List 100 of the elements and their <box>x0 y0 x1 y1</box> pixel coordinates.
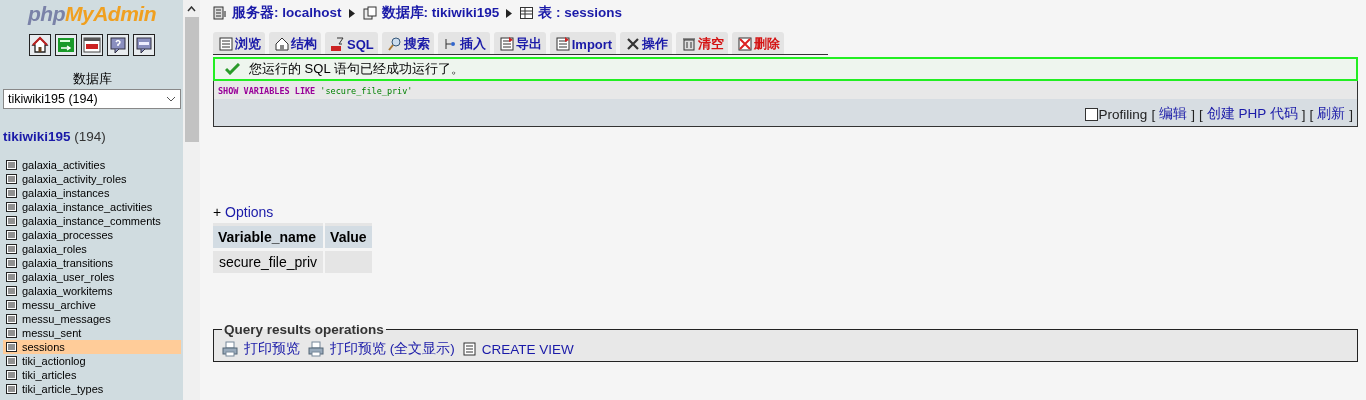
table-list-item[interactable]: messu_archive <box>3 298 181 312</box>
table-icon <box>6 300 17 310</box>
bracket: [ <box>1309 106 1314 122</box>
table-icon <box>6 188 17 198</box>
table-list-item[interactable]: galaxia_user_roles <box>3 270 181 284</box>
check-icon <box>225 63 240 75</box>
breadcrumb-link[interactable]: 表 : sessions <box>538 4 623 22</box>
tab[interactable]: 清空 <box>676 32 729 54</box>
document-icon <box>462 342 476 356</box>
tab[interactable]: 浏览 <box>213 32 265 54</box>
printer-icon <box>222 341 238 357</box>
column-header[interactable]: Variable_name <box>213 223 324 248</box>
separator-icon <box>348 8 355 18</box>
table-icon <box>6 272 17 282</box>
list-icon <box>219 37 233 51</box>
chevron-down-icon <box>166 96 176 102</box>
sql-query: SHOW VARIABLES LIKE 'secure_file_priv' <box>217 85 414 96</box>
exit-button[interactable] <box>55 34 77 56</box>
table-icon <box>6 342 17 352</box>
plus-sign: + <box>213 204 222 220</box>
table-icon <box>6 244 17 254</box>
table-list-item[interactable]: messu_sent <box>3 326 181 340</box>
table-list-item[interactable]: tiki_article_types <box>3 382 181 396</box>
bracket: [ <box>1151 106 1156 122</box>
delete-icon <box>738 37 753 51</box>
table-list-item[interactable]: tiki_articles <box>3 368 181 382</box>
query-action-link[interactable]: 刷新 <box>1317 105 1346 123</box>
table-icon <box>6 356 17 366</box>
panel-legend: Query results operations <box>222 322 386 337</box>
profiling-checkbox[interactable] <box>1084 107 1098 121</box>
breadcrumb-link[interactable]: 服务器: localhost <box>232 4 342 22</box>
house-icon <box>275 37 289 51</box>
insert-icon <box>443 37 458 51</box>
tab[interactable]: 插入 <box>437 32 490 54</box>
table-icon <box>6 370 17 380</box>
operation-link[interactable]: 打印预览 (全文显示) <box>330 340 455 358</box>
table-list-item[interactable]: galaxia_workitems <box>3 284 181 298</box>
server-icon <box>213 6 227 20</box>
table-icon <box>6 160 17 170</box>
table-icon <box>6 258 17 268</box>
help-button[interactable] <box>107 34 129 56</box>
options-link[interactable]: Options <box>225 204 274 220</box>
tab[interactable]: SQL <box>325 32 378 54</box>
operation-link[interactable]: CREATE VIEW <box>481 341 574 357</box>
tab[interactable]: 导出 <box>493 32 546 54</box>
bracket: ] <box>1349 106 1353 122</box>
docs-button[interactable] <box>133 34 155 56</box>
query-icon <box>331 37 345 51</box>
table-list-item[interactable]: galaxia_roles <box>3 242 181 256</box>
table-icon <box>6 202 17 212</box>
table-list-item[interactable]: galaxia_processes <box>3 228 181 242</box>
bracket: [ <box>1198 106 1203 122</box>
table-list-item[interactable]: galaxia_instance_comments <box>3 214 181 228</box>
operation-link[interactable]: 打印预览 <box>244 340 300 358</box>
table-icon <box>6 314 17 324</box>
table-list-item[interactable]: messu_messages <box>3 312 181 326</box>
database-icon <box>362 6 377 20</box>
table-count: (194) <box>74 129 106 144</box>
table-list-item[interactable]: sessions <box>3 340 181 354</box>
trash-icon <box>682 37 697 51</box>
table-cell: secure_file_priv <box>213 251 324 273</box>
table-list-item[interactable]: galaxia_instance_activities <box>3 200 181 214</box>
tools-icon <box>626 37 641 51</box>
document-icon <box>555 37 570 51</box>
table-icon <box>6 174 17 184</box>
table-icon <box>6 216 17 226</box>
breadcrumb-link[interactable]: 数据库: tikiwiki195 <box>381 4 500 22</box>
scroll-thumb[interactable] <box>184 17 199 142</box>
database-link[interactable]: tikiwiki195 <box>3 129 71 144</box>
query-action-link[interactable]: 创建 PHP 代码 <box>1206 105 1298 123</box>
tab[interactable]: 操作 <box>620 32 673 54</box>
table-list-item[interactable]: galaxia_activity_roles <box>3 172 181 186</box>
search-icon <box>387 37 402 51</box>
tab[interactable]: 搜索 <box>381 32 434 54</box>
separator-icon <box>506 8 513 18</box>
printer-icon <box>308 341 324 357</box>
sql-window-button[interactable] <box>81 34 103 56</box>
table-icon <box>520 7 534 19</box>
document-icon <box>499 37 514 51</box>
table-icon <box>6 384 17 394</box>
table-icon <box>6 230 17 240</box>
table-icon <box>6 328 17 338</box>
bracket: ] <box>1191 106 1195 122</box>
table-list-item[interactable]: galaxia_instances <box>3 186 181 200</box>
table-list-item[interactable]: galaxia_transitions <box>3 256 181 270</box>
table-icon <box>6 286 17 296</box>
success-text: 您运行的 SQL 语句已经成功运行了。 <box>249 60 464 78</box>
database-select[interactable]: tikiwiki195 (194) <box>3 89 181 109</box>
table-list-item[interactable]: galaxia_activities <box>3 158 181 172</box>
tab[interactable]: Import <box>549 32 617 54</box>
tab[interactable]: 结构 <box>269 32 321 54</box>
tab[interactable]: 删除 <box>732 32 785 54</box>
table-list-item[interactable]: tiki_actionlog <box>3 354 181 368</box>
bracket: ] <box>1301 106 1306 122</box>
home-button[interactable] <box>29 34 51 56</box>
column-header[interactable]: Value <box>325 223 372 248</box>
database-label: 数据库 <box>71 70 113 88</box>
profiling-label: Profiling <box>1098 106 1148 122</box>
query-action-link[interactable]: 编辑 <box>1159 105 1188 123</box>
scrollbar[interactable] <box>183 0 200 400</box>
